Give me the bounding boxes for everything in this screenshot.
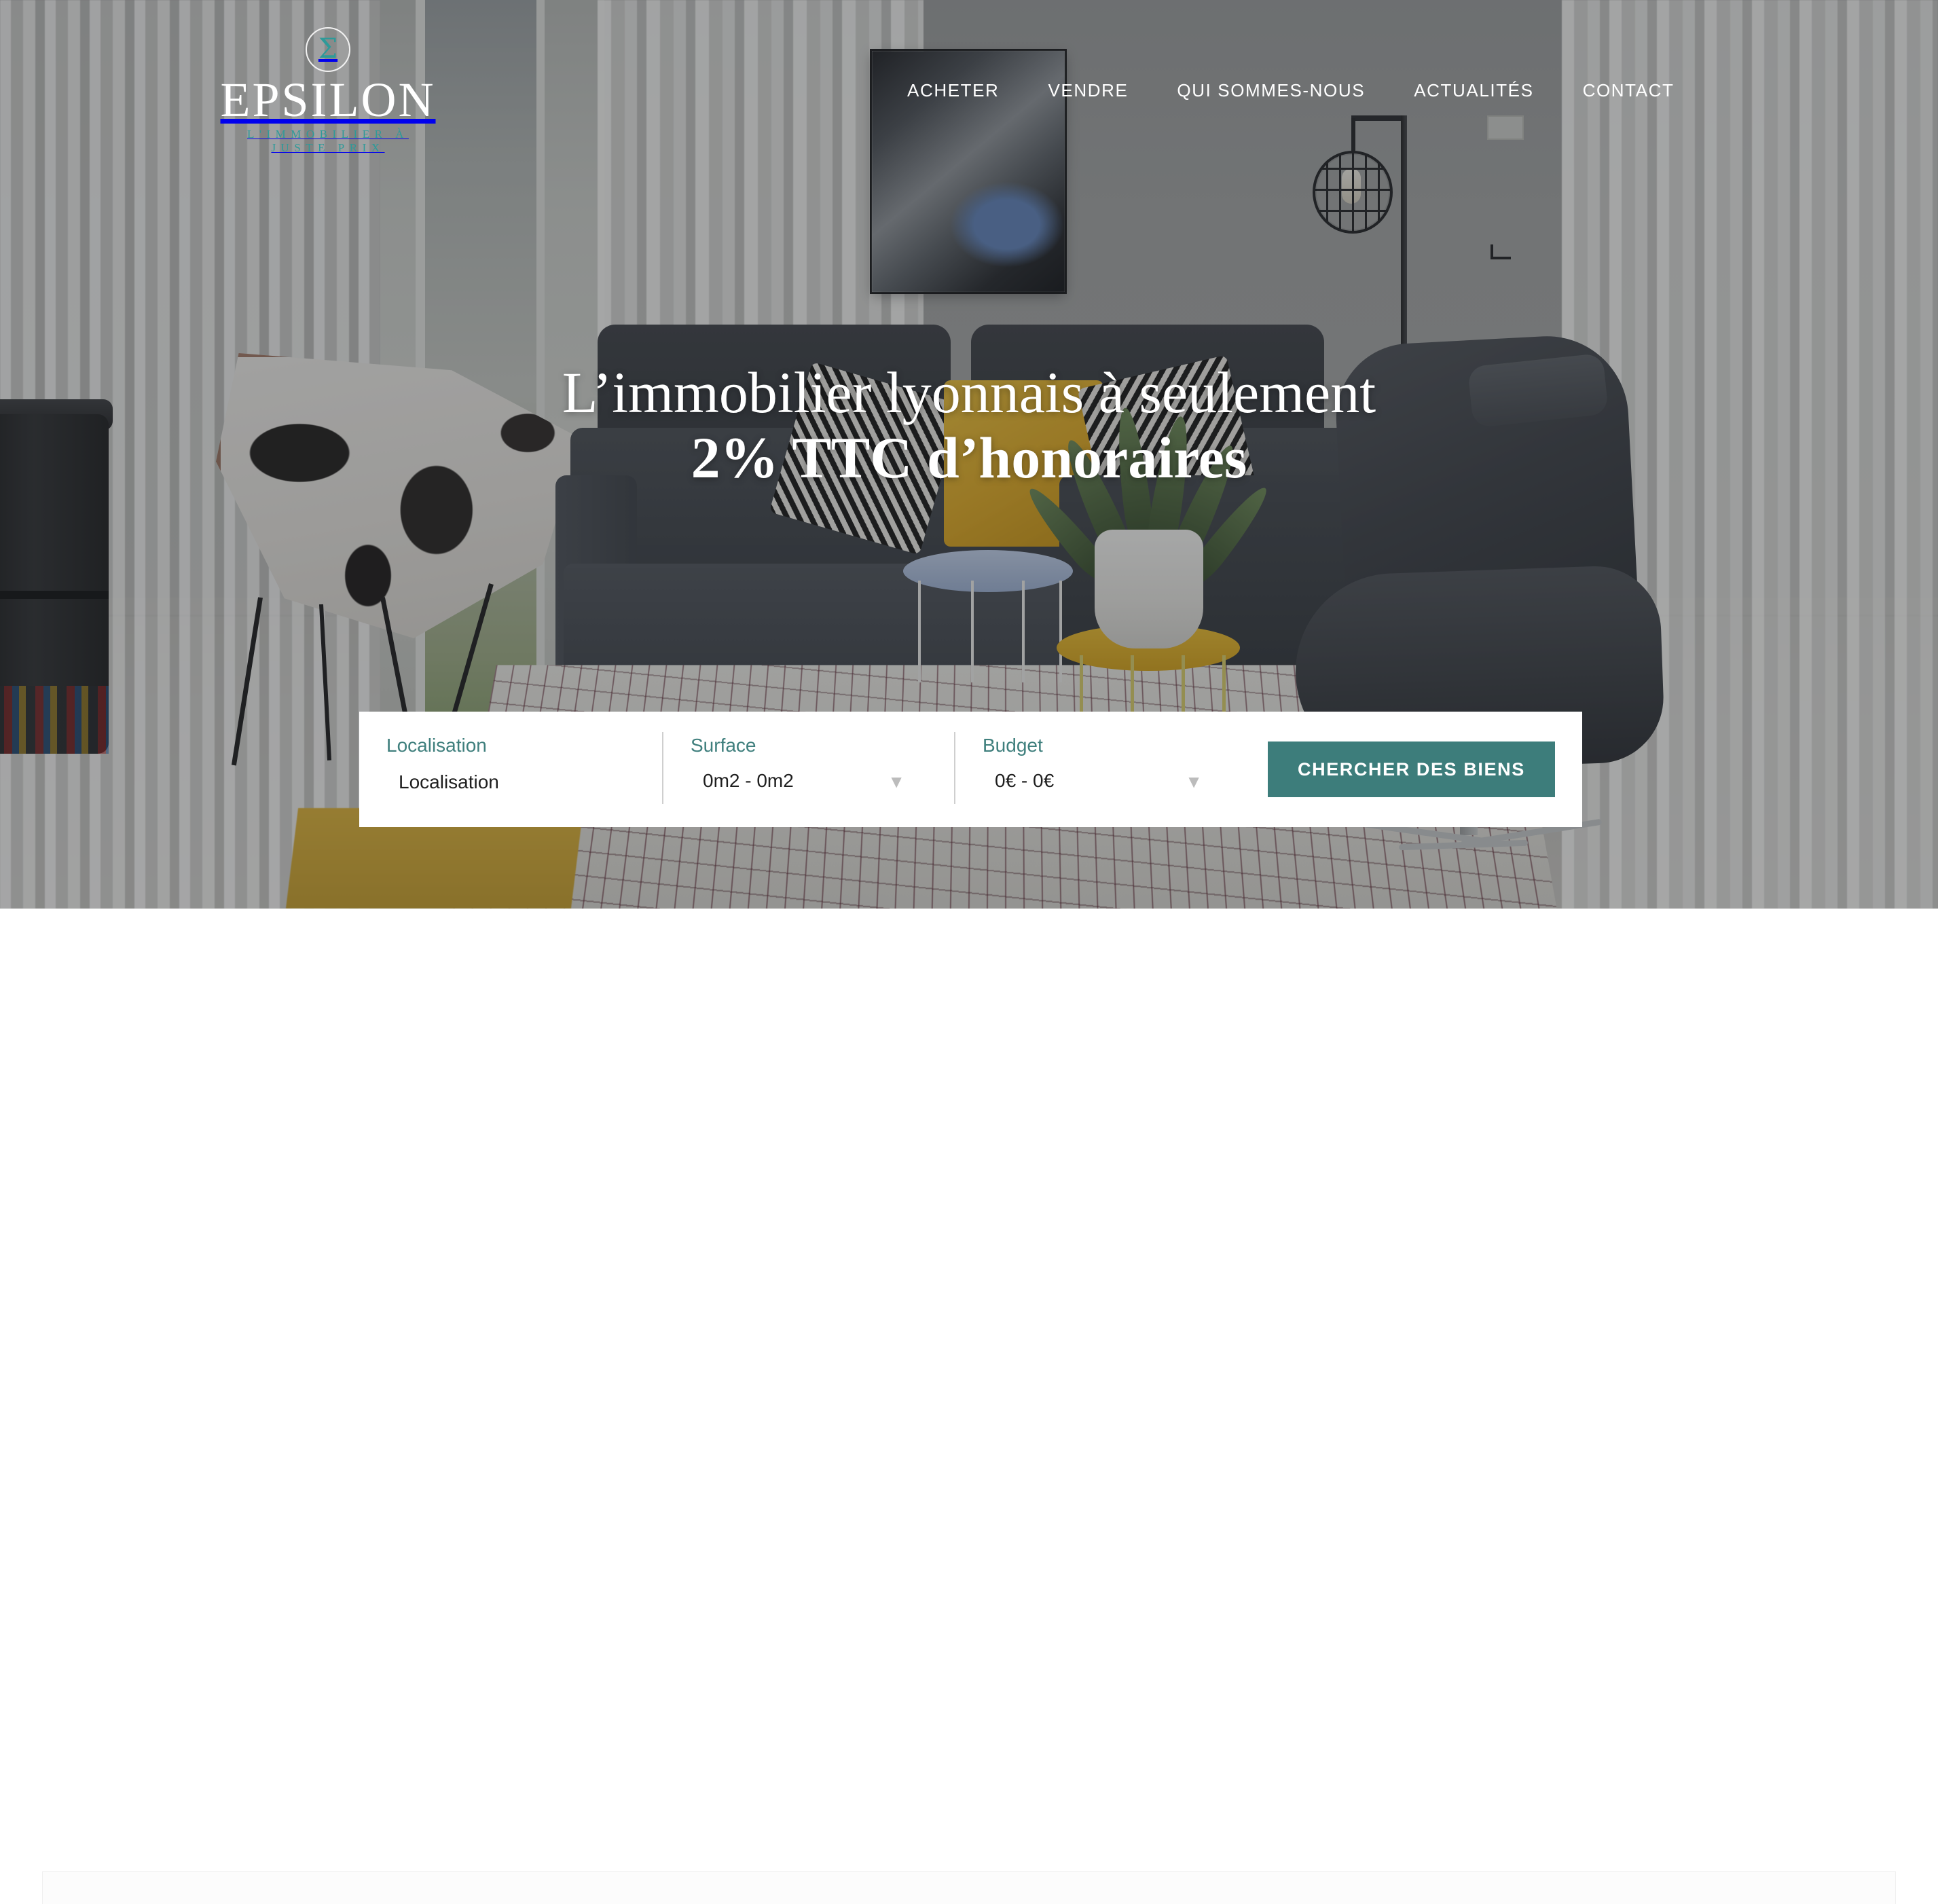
field-surface[interactable]: Surface 0m2 - 0m2 ▼ (663, 712, 954, 827)
hero-headline-line-1: L’immobilier lyonnais à seulement (562, 360, 1376, 425)
budget-value: 0€ - 0€ (995, 770, 1055, 791)
chevron-down-icon[interactable]: ▼ (1185, 773, 1203, 790)
brand-tagline: L'IMMOBILIER À JUSTE PRIX (247, 127, 409, 154)
localisation-input[interactable] (386, 771, 662, 793)
brand-name: EPSILON (220, 73, 436, 127)
content-panel-top-edge (42, 1871, 1896, 1904)
hero-headline-line-2: 2% TTC d’honoraires (691, 425, 1247, 491)
localisation-label: Localisation (386, 735, 487, 756)
field-localisation[interactable]: Localisation (359, 712, 662, 827)
site-logo[interactable]: Σ EPSILON L'IMMOBILIER À JUSTE PRIX (216, 27, 440, 155)
chevron-down-icon[interactable]: ▼ (888, 773, 905, 790)
content-section-below-hero (0, 909, 1938, 1904)
surface-value: 0m2 - 0m2 (703, 770, 794, 791)
nav-item-qui-sommes-nous[interactable]: QUI SOMMES-NOUS (1152, 80, 1389, 101)
property-search-bar: Localisation Surface 0m2 - 0m2 ▼ Budget … (359, 712, 1582, 827)
search-button-wrap: CHERCHER DES BIENS (1251, 712, 1582, 827)
nav-item-acheter[interactable]: ACHETER (883, 80, 1023, 101)
search-properties-button[interactable]: CHERCHER DES BIENS (1268, 742, 1555, 797)
hero-section: Σ EPSILON L'IMMOBILIER À JUSTE PRIX ACHE… (0, 0, 1938, 909)
surface-label: Surface (691, 735, 756, 756)
sigma-glyph: Σ (318, 33, 338, 65)
field-budget[interactable]: Budget 0€ - 0€ ▼ (955, 712, 1251, 827)
budget-label: Budget (983, 735, 1043, 756)
hero-headline: L’immobilier lyonnais à seulement 2% TTC… (0, 360, 1938, 491)
sigma-circle-icon: Σ (306, 27, 350, 72)
nav-item-contact[interactable]: CONTACT (1558, 80, 1699, 101)
nav-item-vendre[interactable]: VENDRE (1023, 80, 1152, 101)
nav-item-actualites[interactable]: ACTUALITÉS (1389, 80, 1558, 101)
main-navigation: ACHETER VENDRE QUI SOMMES-NOUS ACTUALITÉ… (883, 80, 1699, 101)
